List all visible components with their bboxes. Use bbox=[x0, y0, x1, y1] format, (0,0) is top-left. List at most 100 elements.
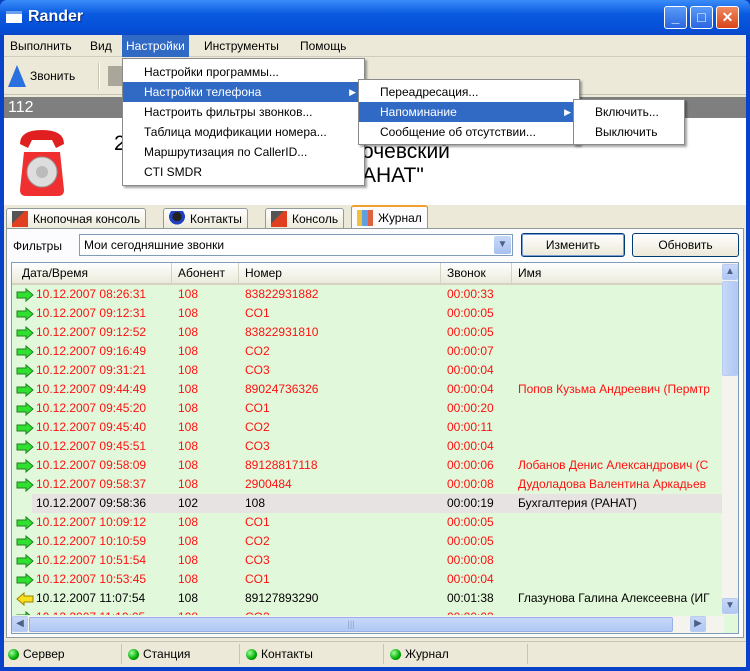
cell-subscriber: 108 bbox=[178, 306, 199, 320]
tab-label: Консоль bbox=[292, 212, 339, 226]
cell-number: CO1 bbox=[245, 515, 270, 529]
tab-console[interactable]: Консоль bbox=[265, 208, 345, 229]
menu-item-cti-smdr[interactable]: CTI SMDR bbox=[123, 162, 364, 182]
cell-datetime: 10.12.2007 11:10:05 bbox=[36, 608, 176, 615]
table-row[interactable]: 10.12.2007 09:58:37 108 2900484 00:00:08 Дуд… bbox=[12, 475, 724, 494]
toolbar-separator bbox=[98, 63, 100, 89]
settings-menu: Настройки программы... Настройки телефон… bbox=[122, 58, 365, 186]
menu-item-callerid-routing[interactable]: Маршрутизация по CallerID... bbox=[123, 142, 364, 162]
cell-datetime: 10.12.2007 09:45:20 bbox=[36, 401, 147, 415]
minimize-button[interactable]: _ bbox=[664, 6, 687, 29]
status-led-icon bbox=[246, 648, 257, 660]
cell-number: 83822931810 bbox=[245, 325, 319, 339]
cell-duration: 00:00:04 bbox=[447, 363, 494, 377]
journal-panel: Фильтры Мои сегодняшние звонки ▼ Изменит… bbox=[6, 228, 744, 638]
phone-icon bbox=[20, 130, 64, 196]
cell-name: Бухгалтерия (РАНАТ) bbox=[518, 496, 637, 510]
cell-subscriber: 108 bbox=[178, 477, 199, 491]
cell-number: CO2 bbox=[245, 420, 270, 434]
cell-number: CO1 bbox=[245, 401, 270, 415]
menu-item-enable[interactable]: Включить... bbox=[574, 102, 684, 122]
scroll-down-button[interactable]: ▼ bbox=[722, 598, 738, 614]
table-row[interactable]: 10.12.2007 09:31:21 108 CO3 00:00:04 bbox=[12, 361, 724, 380]
title-bar[interactable]: Rander _ □ ✕ bbox=[0, 0, 750, 35]
table-row[interactable]: 10.12.2007 10:10:59 108 CO2 00:00:05 bbox=[12, 532, 724, 551]
horizontal-scrollbar[interactable]: ◀ ||| ▶ bbox=[12, 616, 724, 633]
menu-help[interactable]: Помощь bbox=[296, 35, 350, 57]
table-row[interactable]: 10.12.2007 09:12:52 108 83822931810 00:00:0… bbox=[12, 323, 724, 342]
status-label: Сервер bbox=[23, 647, 65, 661]
outgoing-arrow-icon bbox=[16, 573, 34, 587]
menu-view[interactable]: Вид bbox=[86, 35, 116, 57]
edit-filter-button[interactable]: Изменить bbox=[521, 233, 625, 257]
table-row[interactable]: 10.12.2007 09:58:09 108 89128817118 00:00:0… bbox=[12, 456, 724, 475]
cell-duration: 00:00:20 bbox=[447, 401, 494, 415]
cell-datetime: 10.12.2007 09:58:37 bbox=[36, 477, 147, 491]
cell-number: CO1 bbox=[245, 572, 270, 586]
table-row[interactable]: 10.12.2007 10:09:12 108 CO1 00:00:05 bbox=[12, 513, 724, 532]
menu-item-label: Напоминание bbox=[380, 105, 457, 119]
cell-number: 2900484 bbox=[245, 477, 292, 491]
scroll-up-button[interactable]: ▲ bbox=[722, 264, 738, 280]
cell-subscriber: 108 bbox=[178, 420, 199, 434]
table-row[interactable]: 10.12.2007 11:07:54 108 89127893290 00:01:3… bbox=[12, 589, 724, 608]
cell-subscriber: 108 bbox=[178, 439, 199, 453]
tab-journal[interactable]: Журнал bbox=[351, 205, 428, 229]
table-row[interactable]: 10.12.2007 09:58:36 102 108 00:00:19 Бухгалт… bbox=[32, 494, 724, 513]
col-subscriber[interactable]: Абонент bbox=[172, 263, 239, 283]
cell-duration: 00:00:08 bbox=[447, 553, 494, 567]
table-row[interactable]: 10.12.2007 10:51:54 108 CO3 00:00:08 bbox=[12, 551, 724, 570]
table-row[interactable]: 10.12.2007 08:26:31 108 83822931882 00:00:3… bbox=[12, 285, 724, 304]
menu-item-phone-settings[interactable]: Настройки телефона ▶ bbox=[123, 82, 364, 102]
refresh-button[interactable]: Обновить bbox=[632, 233, 739, 257]
col-number[interactable]: Номер bbox=[239, 263, 441, 283]
menu-tools[interactable]: Инструменты bbox=[200, 35, 283, 57]
toolbar-button[interactable] bbox=[108, 66, 122, 86]
journal-icon bbox=[357, 210, 373, 226]
col-datetime[interactable]: Дата/Время bbox=[12, 263, 172, 283]
cell-duration: 00:00:19 bbox=[447, 496, 494, 510]
menu-settings[interactable]: Настройки bbox=[122, 35, 189, 57]
scroll-left-button[interactable]: ◀ bbox=[12, 616, 28, 632]
col-duration[interactable]: Звонок bbox=[441, 263, 512, 283]
vertical-scrollbar[interactable]: ▲ ▼ bbox=[722, 263, 738, 615]
cell-datetime: 10.12.2007 09:58:36 bbox=[36, 496, 147, 510]
menu-item-forwarding[interactable]: Переадресация... bbox=[359, 82, 579, 102]
menu-item-absence-message[interactable]: Сообщение об отсутствии... bbox=[359, 122, 579, 142]
table-row[interactable]: 10.12.2007 09:44:49 108 89024736326 00:00:0… bbox=[12, 380, 724, 399]
table-row[interactable]: 10.12.2007 11:10:05108 CO3 00:00:03 bbox=[12, 608, 724, 615]
cell-datetime: 10.12.2007 09:12:52 bbox=[36, 325, 147, 339]
table-row[interactable]: 10.12.2007 09:45:40 108 CO2 00:00:11 bbox=[12, 418, 724, 437]
scroll-thumb[interactable] bbox=[722, 281, 738, 376]
cell-duration: 00:00:11 bbox=[447, 420, 493, 434]
cell-number: CO3 bbox=[245, 553, 270, 567]
cell-number: CO1 bbox=[245, 306, 270, 320]
outgoing-arrow-icon bbox=[16, 307, 34, 321]
cell-duration: 00:00:08 bbox=[447, 477, 494, 491]
table-row[interactable]: 10.12.2007 09:12:31 108 CO1 00:00:05 bbox=[12, 304, 724, 323]
scroll-right-button[interactable]: ▶ bbox=[690, 616, 706, 632]
menu-item-disable[interactable]: Выключить bbox=[574, 122, 684, 142]
tab-button-console[interactable]: Кнопочная консоль bbox=[6, 208, 147, 229]
cell-name: Попов Кузьма Андреевич (Пермтр bbox=[518, 382, 710, 396]
filter-select[interactable]: Мои сегодняшние звонки ▼ bbox=[79, 234, 513, 256]
scroll-thumb-horizontal[interactable]: ||| bbox=[29, 617, 673, 632]
maximize-button[interactable]: □ bbox=[690, 6, 713, 29]
menu-item-call-filters[interactable]: Настроить фильтры звонков... bbox=[123, 102, 364, 122]
table-row[interactable]: 10.12.2007 10:53:45 108 CO1 00:00:04 bbox=[12, 570, 724, 589]
table-row[interactable]: 10.12.2007 09:16:49 108 CO2 00:00:07 bbox=[12, 342, 724, 361]
outgoing-arrow-icon bbox=[16, 478, 34, 492]
tab-contacts[interactable]: Контакты bbox=[163, 208, 248, 229]
col-name[interactable]: Имя bbox=[512, 263, 724, 283]
cell-number: CO3 bbox=[245, 439, 270, 453]
call-button[interactable]: Звонить bbox=[8, 63, 75, 89]
chevron-down-icon[interactable]: ▼ bbox=[494, 236, 511, 254]
menu-run[interactable]: Выполнить bbox=[6, 35, 76, 57]
menu-item-reminder[interactable]: Напоминание ▶ bbox=[359, 102, 579, 122]
menu-item-number-table[interactable]: Таблица модификации номера... bbox=[123, 122, 364, 142]
menu-item-program-settings[interactable]: Настройки программы... bbox=[123, 62, 364, 82]
table-row[interactable]: 10.12.2007 09:45:51 108 CO3 00:00:04 bbox=[12, 437, 724, 456]
table-row[interactable]: 10.12.2007 09:45:20 108 CO1 00:00:20 bbox=[12, 399, 724, 418]
close-button[interactable]: ✕ bbox=[716, 6, 739, 29]
outgoing-arrow-icon bbox=[16, 288, 34, 302]
